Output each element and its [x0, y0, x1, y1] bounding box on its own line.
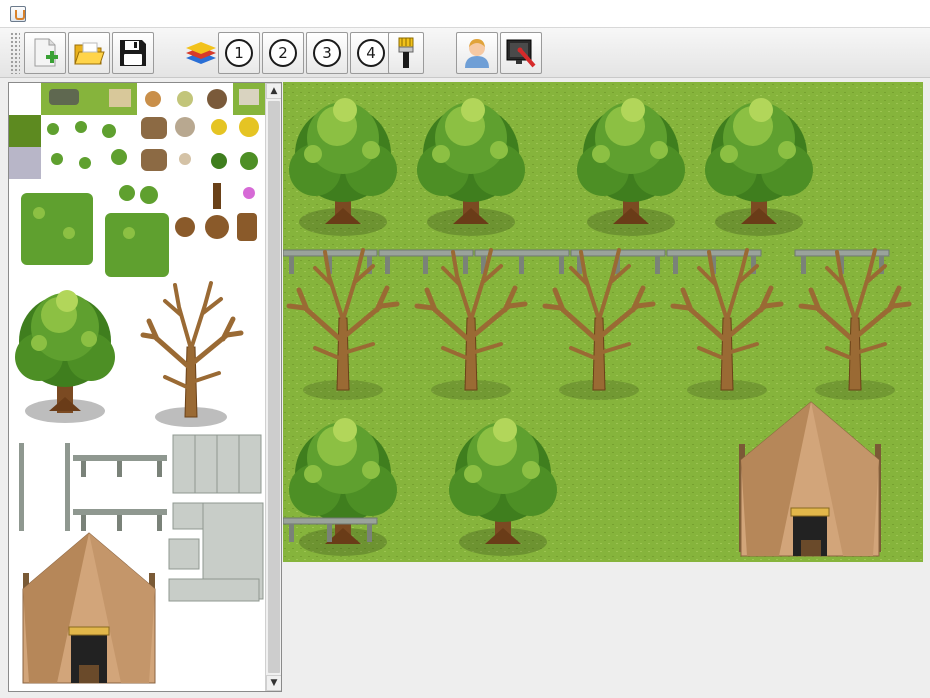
brush-tool-button[interactable] — [388, 32, 424, 74]
layer-1-label: 1 — [225, 39, 253, 67]
layer-2-button[interactable]: 2 — [262, 32, 304, 74]
map-canvas[interactable] — [283, 82, 923, 562]
layers-stack-icon — [186, 42, 216, 64]
tileset-panel: ▲ ▼ — [8, 82, 282, 692]
window-title-bar — [0, 0, 930, 28]
scroll-up-arrow-icon[interactable]: ▲ — [266, 83, 281, 99]
map-empty-area — [283, 562, 923, 698]
layer-3-label: 3 — [313, 39, 341, 67]
user-avatar-icon — [465, 39, 489, 68]
paint-brush-icon — [398, 37, 414, 68]
player-start-button[interactable] — [456, 32, 498, 74]
toolbar: 1 2 3 4 — [0, 28, 930, 78]
floppy-disk-icon — [120, 40, 146, 66]
events-button[interactable] — [500, 32, 542, 74]
layer-2-label: 2 — [269, 39, 297, 67]
scroll-down-arrow-icon[interactable]: ▼ — [266, 675, 281, 691]
monitor-brush-icon — [506, 39, 536, 68]
open-folder-icon — [74, 42, 105, 65]
layer-3-button[interactable]: 3 — [306, 32, 348, 74]
layer-4-label: 4 — [357, 39, 385, 67]
tileset-scrollbar[interactable]: ▲ ▼ — [265, 83, 281, 691]
toolbar-grip-handle[interactable] — [10, 32, 20, 74]
save-map-button[interactable] — [112, 32, 154, 74]
layer-1-button[interactable]: 1 — [218, 32, 260, 74]
new-document-plus-icon — [34, 38, 58, 67]
new-map-button[interactable] — [24, 32, 66, 74]
scrollbar-thumb[interactable] — [268, 101, 280, 673]
tileset-palette[interactable] — [9, 83, 265, 691]
layer-4-button[interactable]: 4 — [350, 32, 392, 74]
open-map-button[interactable] — [68, 32, 110, 74]
layers-button[interactable] — [180, 32, 222, 74]
java-coffee-icon — [10, 6, 26, 22]
